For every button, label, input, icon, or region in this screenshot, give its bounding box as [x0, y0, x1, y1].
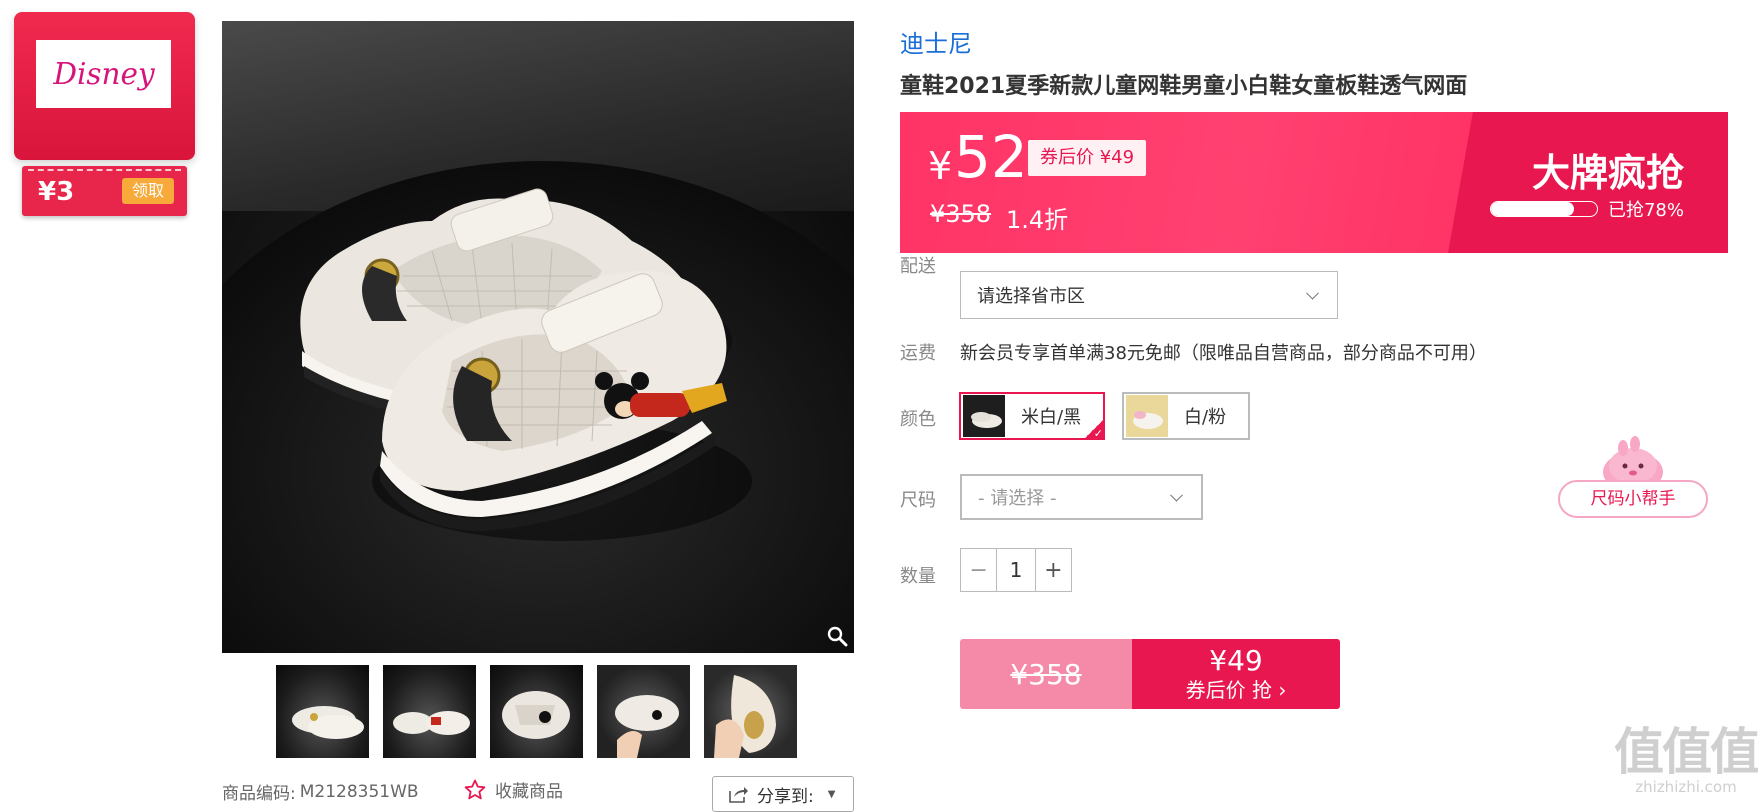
- magnifier-icon[interactable]: [826, 625, 848, 647]
- svg-text:Disney: Disney: [52, 57, 155, 91]
- buy-coupon-price: ¥49: [1209, 644, 1263, 677]
- shipping-label: 运费: [900, 343, 936, 364]
- sku-value: M2128351WB: [299, 781, 419, 802]
- region-select-value: 请选择省市区: [977, 286, 1085, 307]
- sold-progress-bar: [1490, 201, 1598, 217]
- star-icon: [464, 779, 486, 799]
- chevron-down-icon: [1306, 286, 1319, 300]
- caret-down-icon: ▼: [827, 788, 836, 800]
- sku-info: 商品编码: M2128351WB: [222, 779, 419, 805]
- size-helper-button[interactable]: 尺码小帮手: [1558, 436, 1708, 518]
- thumbnail[interactable]: [597, 665, 690, 758]
- share-icon: [729, 787, 748, 803]
- favorite-button[interactable]: 收藏商品: [463, 777, 563, 802]
- brand-coupon-card[interactable]: Disney: [14, 12, 195, 160]
- disney-logo: Disney: [36, 40, 171, 108]
- size-helper-label: 尺码小帮手: [1558, 480, 1708, 518]
- original-price: ¥358: [930, 200, 992, 228]
- share-label: 分享到:: [757, 786, 814, 807]
- selected-check-icon: ✓: [1083, 418, 1105, 440]
- color-option[interactable]: 白/粉: [1122, 392, 1250, 440]
- buy-button[interactable]: ¥358 ¥49 券后价 抢 ›: [960, 639, 1340, 709]
- increment-button[interactable]: +: [1036, 549, 1071, 591]
- decrement-button[interactable]: −: [961, 549, 996, 591]
- size-label: 尺码: [900, 490, 936, 511]
- size-select-value: - 请选择 -: [978, 488, 1057, 509]
- chevron-down-icon: [1170, 488, 1183, 502]
- thumbnail[interactable]: [704, 665, 797, 758]
- color-swatch-beige-black: [963, 395, 1005, 437]
- thumbnail-strip: [276, 665, 797, 759]
- current-price: 52: [954, 123, 1028, 191]
- coupon-price-tag: 券后价 ¥49: [1028, 140, 1147, 176]
- watermark: 值值值 zhizhizhi.com: [1614, 726, 1758, 805]
- thumbnail[interactable]: [383, 665, 476, 758]
- sale-title: 大牌疯抢: [1531, 151, 1684, 195]
- watermark-site: zhizhizhi.com: [1635, 778, 1737, 796]
- region-select[interactable]: 请选择省市区: [960, 271, 1338, 319]
- quantity-stepper: − 1 +: [960, 548, 1072, 592]
- color-option-selected[interactable]: 米白/黑 ✓: [959, 392, 1105, 440]
- buy-coupon-label: 券后价 抢 ›: [1185, 678, 1287, 702]
- quantity-input[interactable]: 1: [996, 549, 1036, 591]
- shipping-info: 新会员专享首单满38元免邮（限唯品自营商品，部分商品不可用）: [960, 343, 1487, 364]
- price-panel: ¥ 52 券后价 ¥49 ¥358 1.4折 大牌疯抢 已抢78%: [900, 112, 1728, 253]
- main-product-image[interactable]: [222, 21, 854, 653]
- brand-link[interactable]: 迪士尼: [900, 24, 972, 59]
- thumbnail[interactable]: [276, 665, 369, 758]
- shoe-illustration: [300, 188, 752, 541]
- currency-symbol: ¥: [928, 144, 953, 188]
- brand-coupon-tab[interactable]: ¥3 领取: [22, 166, 187, 216]
- brand-coupon-amount: ¥3: [38, 177, 75, 207]
- mascot-icon: [1603, 436, 1663, 486]
- discount-rate: 1.4折: [1006, 206, 1069, 234]
- watermark-mark: 值值值: [1614, 723, 1758, 781]
- delivery-label: 配送: [900, 256, 936, 277]
- sold-percentage: 已抢78%: [1607, 200, 1684, 221]
- color-label: 颜色: [900, 409, 936, 430]
- size-select[interactable]: - 请选择 -: [960, 474, 1203, 520]
- sku-label: 商品编码:: [222, 784, 296, 804]
- thumbnail[interactable]: [490, 665, 583, 758]
- favorite-label: 收藏商品: [495, 782, 563, 802]
- buy-coupon-cta[interactable]: ¥49 券后价 抢 ›: [1132, 639, 1340, 709]
- disney-logo-icon: Disney: [52, 57, 155, 91]
- product-title: 童鞋2021夏季新款儿童网鞋男童小白鞋女童板鞋透气网面: [900, 74, 1468, 99]
- color-option-label: 白/粉: [1184, 407, 1227, 428]
- quantity-label: 数量: [900, 566, 936, 587]
- color-swatch-white-pink: [1126, 395, 1168, 437]
- claim-coupon-button[interactable]: 领取: [122, 178, 174, 204]
- color-option-label: 米白/黑: [1021, 407, 1082, 428]
- buy-original-price: ¥358: [960, 639, 1132, 709]
- share-dropdown[interactable]: 分享到: ▼: [712, 776, 854, 812]
- sold-progress-fill: [1491, 202, 1574, 216]
